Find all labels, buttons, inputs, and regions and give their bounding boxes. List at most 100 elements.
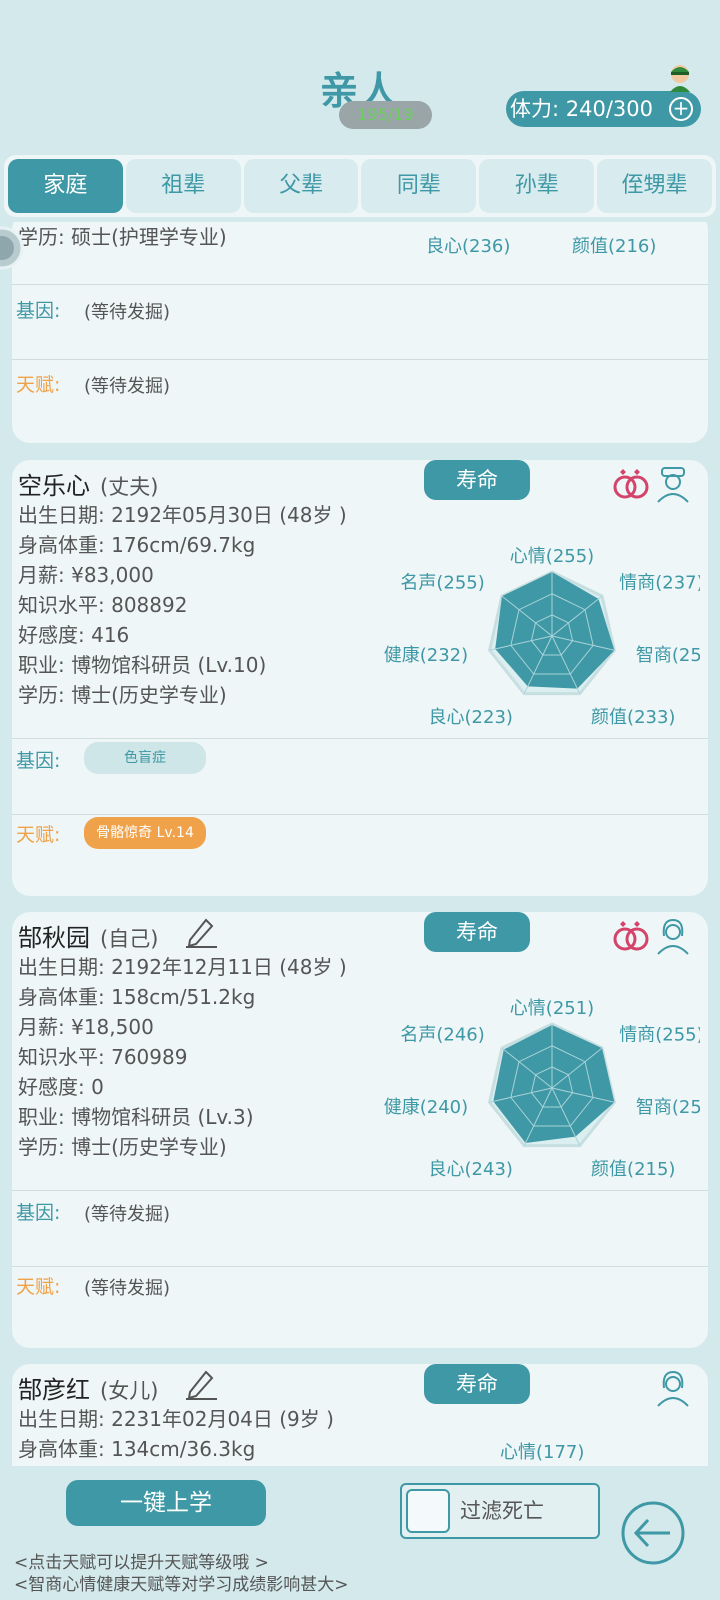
talent-pending: (等待发掘) [84,376,171,397]
tab-nephews[interactable]: 侄甥辈 [597,159,712,213]
tips-text: <点击天赋可以提升天赋等级哦 > <智商心情健康天赋等对学习成绩影响甚大> [14,1552,349,1596]
relative-name: 郜彦红 (女儿) [18,1370,158,1405]
filter-label: 过滤死亡 [460,1499,544,1523]
radar-label: 心情(251) [510,998,594,1019]
tip-line: <点击天赋可以提升天赋等级哦 > [14,1553,269,1573]
divider [12,738,708,739]
tab-family[interactable]: 家庭 [8,159,123,213]
edit-pencil-icon[interactable] [184,1366,218,1400]
height-weight: 身高体重: 158cm/51.2kg [18,985,256,1009]
talent-label: 天赋: [16,374,61,396]
divider [12,1266,708,1267]
radar-label: 健康(240) [384,1097,468,1118]
occupation: 职业: 博物馆科研员 (Lv.3) [18,1105,254,1129]
birth-date: 出生日期: 2231年02月04日 (9岁 ) [18,1407,334,1431]
tab-siblings[interactable]: 同辈 [361,159,477,213]
female-avatar-icon[interactable] [652,914,694,956]
attribute-radar-chart: 心情(251) 情商(255) 智商(255) 颜值(215) 良心(243) 健康(24… [384,998,700,1180]
tab-parents[interactable]: 父辈 [243,159,359,213]
knowledge-level: 知识水平: 760989 [18,1045,188,1069]
relation-text: (丈夫) [100,475,159,499]
name-text: 郜彦红 [18,1376,90,1404]
birth-date: 出生日期: 2192年05月30日 (48岁 ) [18,503,347,527]
radar-label: 情商(237) [619,572,700,593]
radar-label: 智商(255) [636,645,700,666]
occupation: 职业: 博物馆科研员 (Lv.10) [18,653,267,677]
radar-label: 健康(232) [384,645,468,666]
relatives-list[interactable]: 学历: 硕士(护理学专业) 良心(236) 颜值(216) 基因: (等待发掘)… [0,222,720,1466]
radar-label-conscience: 良心(236) [426,236,510,257]
gene-label: 基因: [16,1202,61,1224]
salary: 月薪: ¥18,500 [18,1015,154,1039]
divider [12,284,708,285]
affection: 好感度: 0 [18,1075,104,1099]
radar-label: 情商(255) [619,1024,700,1045]
generation-tabs: 家庭 祖辈 父辈 同辈 孙辈 侄甥辈 [4,155,716,217]
side-float-badge-icon[interactable] [0,222,28,274]
name-text: 郜秋园 [18,924,90,952]
player-avatar-icon[interactable] [667,62,693,92]
stamina-bar: 体力: 240/300 + [506,91,701,127]
radar-label: 颜值(215) [591,1159,675,1180]
knowledge-level: 知识水平: 808892 [18,593,188,617]
gene-tag[interactable]: 色盲症 [84,742,206,774]
height-weight: 身高体重: 176cm/69.7kg [18,533,256,557]
affection: 好感度: 416 [18,623,130,647]
relative-card: 学历: 硕士(护理学专业) 良心(236) 颜值(216) 基因: (等待发掘)… [12,222,708,443]
name-text: 空乐心 [18,472,90,500]
filter-checkbox[interactable] [406,1489,450,1533]
relative-card: 郜秋园 (自己) 寿命 出生日期: 2192年12月11日 (48岁 ) 身高体重… [12,912,708,1348]
relative-card: 郜彦红 (女儿) 寿命 出生日期: 2231年02月04日 (9岁 ) 身高体重:… [12,1364,708,1466]
radar-label: 名声(255) [400,572,484,593]
relative-name: 空乐心 (丈夫) [18,466,158,501]
divider [12,1190,708,1191]
tab-grandparents[interactable]: 祖辈 [125,159,241,213]
divider [12,359,708,360]
education: 学历: 博士(历史学专业) [18,683,227,707]
header: 亲人 195/19 体力: 240/300 + [0,0,720,150]
lifespan-button[interactable]: 寿命 [424,1364,530,1404]
relation-text: (自己) [100,927,159,951]
radar-label: 名声(246) [400,1024,484,1045]
lifespan-button[interactable]: 寿命 [424,460,530,500]
back-arrow-icon[interactable] [620,1500,686,1566]
radar-label-mood: 心情(177) [500,1442,584,1463]
radar-chart-partial: 良心(236) 颜值(216) [426,236,656,257]
divider [12,814,708,815]
radar-label: 心情(255) [510,546,594,567]
relative-card: 空乐心 (丈夫) 寿命 出生日期: 2192年05月30日 (48岁 ) 身高体重… [12,460,708,896]
lifespan-button[interactable]: 寿命 [424,912,530,952]
details: 出生日期: 2192年12月11日 (48岁 ) 身高体重: 158cm/51.… [18,952,347,1162]
gene-label: 基因: [16,750,61,772]
attribute-radar-chart: 心情(255) 情商(237) 智商(255) 颜值(233) 良心(223) 健康(23… [384,546,700,728]
tip-line: <智商心情健康天赋等对学习成绩影响甚大> [14,1575,349,1595]
talent-label: 天赋: [16,1276,61,1298]
salary: 月薪: ¥83,000 [18,563,154,587]
talent-tag[interactable]: 骨骼惊奇 Lv.14 [84,817,206,849]
footer-bar: 一键上学 过滤死亡 <点击天赋可以提升天赋等级哦 > <智商心情健康天赋等对学习… [0,1466,720,1600]
radar-label-looks: 颜值(216) [572,236,656,257]
gene-pending: (等待发掘) [84,1204,171,1225]
radar-label: 智商(255) [636,1097,700,1118]
tab-grandchildren[interactable]: 孙辈 [479,159,595,213]
female-avatar-icon[interactable] [652,1366,694,1408]
radar-label: 良心(243) [429,1159,513,1180]
add-stamina-button[interactable]: + [669,97,693,121]
talent-label: 天赋: [16,824,61,846]
gene-label: 基因: [16,300,61,322]
talent-pending: (等待发掘) [84,1278,171,1299]
male-avatar-icon[interactable] [652,462,694,504]
details: 出生日期: 2192年05月30日 (48岁 ) 身高体重: 176cm/69.… [18,500,347,710]
education: 学历: 博士(历史学专业) [18,1135,227,1159]
edit-pencil-icon[interactable] [184,914,218,948]
married-rings-icon [613,469,649,499]
married-rings-icon [613,921,649,951]
filter-dead-toggle[interactable]: 过滤死亡 [400,1483,600,1539]
details: 出生日期: 2231年02月04日 (9岁 ) 身高体重: 134cm/36.3… [18,1404,334,1464]
height-weight: 身高体重: 134cm/36.3kg [18,1437,256,1461]
radar-label: 良心(223) [429,707,513,728]
relation-text: (女儿) [100,1379,159,1403]
one-click-school-button[interactable]: 一键上学 [66,1480,266,1526]
relatives-count-pill: 195/19 [339,101,432,129]
birth-date: 出生日期: 2192年12月11日 (48岁 ) [18,955,347,979]
